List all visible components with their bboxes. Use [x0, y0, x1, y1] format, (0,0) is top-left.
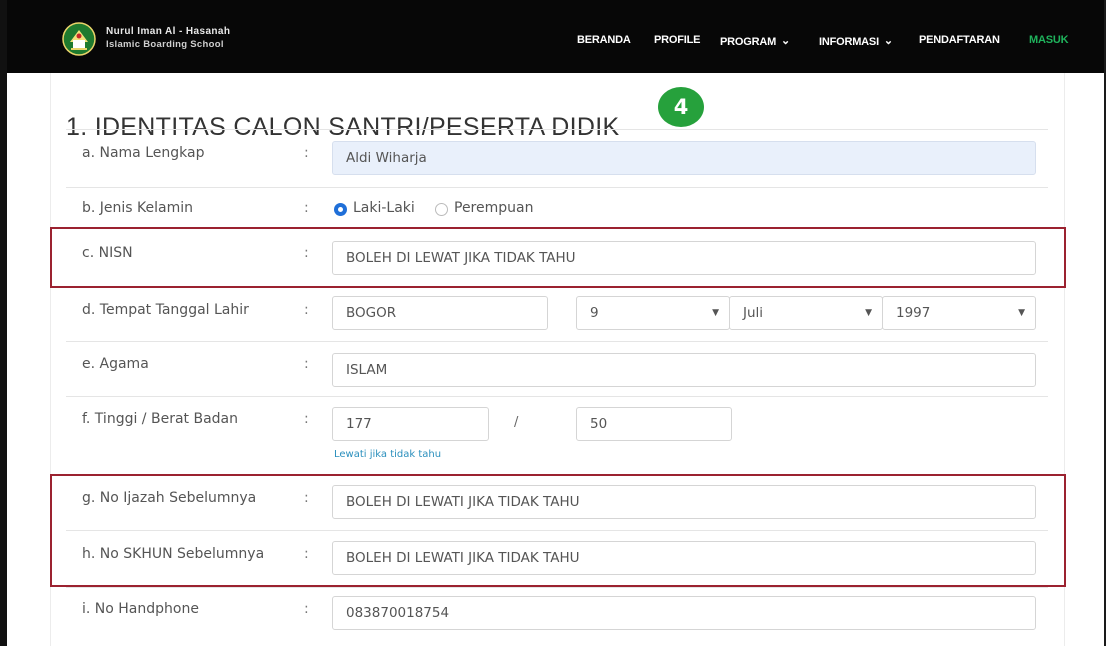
highlight-box-nisn	[50, 227, 1066, 288]
berat-value: 50	[590, 416, 608, 432]
ttl-label: d. Tempat Tanggal Lahir	[82, 302, 249, 318]
handphone-value: 083870018754	[346, 605, 450, 621]
caret-down-icon: ▼	[1018, 308, 1025, 318]
tanggal-select[interactable]: 9 ▼	[576, 296, 730, 330]
step-badge: 4	[658, 87, 704, 127]
radio-perempuan[interactable]	[435, 203, 448, 216]
tahun-select[interactable]: 1997 ▼	[882, 296, 1036, 330]
nama-input[interactable]: Aldi Wiharja	[332, 141, 1036, 175]
frame-border-left	[0, 0, 7, 646]
nav-program-label: PROGRAM	[720, 36, 777, 48]
tempat-lahir-value: BOGOR	[346, 305, 397, 321]
row-divider	[66, 396, 1048, 397]
top-navbar: Nurul Iman Al - Hasanah Islamic Boarding…	[7, 0, 1104, 73]
chevron-down-icon: ⌄	[781, 35, 791, 47]
separator: :	[304, 411, 309, 427]
agama-value: ISLAM	[346, 362, 388, 378]
nama-value: Aldi Wiharja	[346, 150, 427, 166]
nav-program[interactable]: PROGRAM ⌄	[720, 34, 790, 48]
nav-informasi[interactable]: INFORMASI ⌄	[819, 34, 893, 48]
help-text: Lewati jika tidak tahu	[334, 449, 442, 460]
nav-masuk[interactable]: MASUK	[1029, 34, 1069, 48]
handphone-input[interactable]: 083870018754	[332, 596, 1036, 630]
nav-pendaftaran[interactable]: PENDAFTARAN	[919, 34, 1000, 48]
caret-down-icon: ▼	[865, 308, 872, 318]
tempat-lahir-input[interactable]: BOGOR	[332, 296, 548, 330]
row-divider	[66, 341, 1048, 342]
agama-input[interactable]: ISLAM	[332, 353, 1036, 387]
highlight-box-ijazah-skhun	[50, 474, 1066, 587]
row-divider	[66, 587, 1048, 588]
nama-label: a. Nama Lengkap	[82, 145, 205, 161]
section-title: 1. IDENTITAS CALON SANTRI/PESERTA DIDIK	[66, 113, 620, 141]
nav-beranda[interactable]: BERANDA	[577, 34, 631, 48]
separator: :	[304, 356, 309, 372]
brand[interactable]: Nurul Iman Al - Hasanah Islamic Boarding…	[62, 22, 282, 56]
school-crest-icon	[62, 22, 96, 56]
tinggi-value: 177	[346, 416, 372, 432]
bulan-select[interactable]: Juli ▼	[729, 296, 883, 330]
separator: :	[304, 601, 309, 617]
radio-laki-laki[interactable]	[334, 203, 347, 216]
radio-perempuan-label[interactable]: Perempuan	[454, 200, 533, 216]
nav-beranda-label: BERANDA	[577, 34, 631, 46]
radio-laki-laki-label[interactable]: Laki-Laki	[353, 200, 415, 216]
nav-profile-label: PROFILE	[654, 34, 701, 46]
separator: :	[304, 302, 309, 318]
bulan-value: Juli	[743, 305, 764, 321]
frame-border-right	[1104, 0, 1106, 646]
separator: :	[304, 145, 309, 161]
separator: :	[304, 200, 309, 216]
nav-masuk-label: MASUK	[1029, 34, 1069, 46]
caret-down-icon: ▼	[712, 308, 719, 318]
nav-informasi-label: INFORMASI	[819, 36, 879, 48]
brand-name: Nurul Iman Al - Hasanah	[106, 26, 231, 37]
nav-profile[interactable]: PROFILE	[654, 34, 700, 48]
slash-separator: /	[514, 415, 519, 430]
tanggal-value: 9	[590, 305, 599, 321]
chevron-down-icon: ⌄	[883, 35, 893, 47]
tinggi-berat-label: f. Tinggi / Berat Badan	[82, 411, 238, 427]
tahun-value: 1997	[896, 305, 931, 321]
row-divider	[66, 129, 1048, 130]
handphone-label: i. No Handphone	[82, 601, 199, 617]
tinggi-input[interactable]: 177	[332, 407, 489, 441]
berat-input[interactable]: 50	[576, 407, 732, 441]
jenis-kelamin-label: b. Jenis Kelamin	[82, 200, 194, 216]
row-divider	[66, 187, 1048, 188]
brand-tagline: Islamic Boarding School	[106, 39, 224, 50]
nav-pendaftaran-label: PENDAFTARAN	[919, 34, 1000, 46]
agama-label: e. Agama	[82, 356, 149, 372]
